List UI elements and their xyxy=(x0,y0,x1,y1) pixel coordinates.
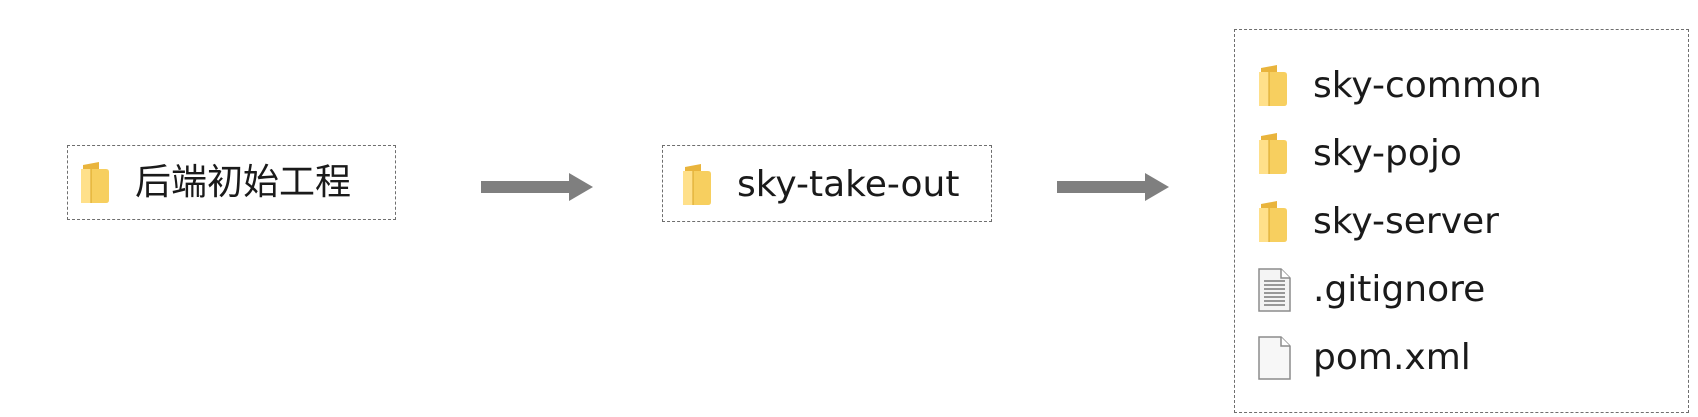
right-arrow-icon xyxy=(481,173,593,201)
folder-icon xyxy=(1259,65,1287,106)
project-folder-box: sky-take-out xyxy=(662,145,992,222)
right-arrow-icon xyxy=(1057,173,1169,201)
folder-icon xyxy=(1259,201,1287,242)
item-label: sky-server xyxy=(1313,201,1499,242)
item-label: pom.xml xyxy=(1313,337,1471,378)
item-label: sky-common xyxy=(1313,65,1542,106)
text-file-icon xyxy=(1258,268,1291,312)
project-contents-box: sky-common sky-pojo sky-server .gitignor… xyxy=(1234,29,1689,413)
project-folder-item[interactable]: sky-take-out xyxy=(681,163,960,207)
folder-label: sky-take-out xyxy=(737,164,960,205)
list-item-sky-common[interactable]: sky-common xyxy=(1257,52,1542,120)
list-item-pom-xml[interactable]: pom.xml xyxy=(1257,324,1542,392)
file-list: sky-common sky-pojo sky-server .gitignor… xyxy=(1257,52,1542,392)
item-label: sky-pojo xyxy=(1313,133,1462,174)
folder-icon xyxy=(81,162,109,203)
blank-file-icon xyxy=(1258,336,1291,380)
folder-icon xyxy=(683,164,711,205)
source-folder-item[interactable]: 后端初始工程 xyxy=(79,161,351,205)
folder-icon xyxy=(1259,133,1287,174)
list-item-sky-pojo[interactable]: sky-pojo xyxy=(1257,120,1542,188)
folder-label: 后端初始工程 xyxy=(135,162,352,203)
list-item-sky-server[interactable]: sky-server xyxy=(1257,188,1542,256)
source-folder-box: 后端初始工程 xyxy=(67,145,396,220)
list-item-gitignore[interactable]: .gitignore xyxy=(1257,256,1542,324)
item-label: .gitignore xyxy=(1313,269,1486,310)
